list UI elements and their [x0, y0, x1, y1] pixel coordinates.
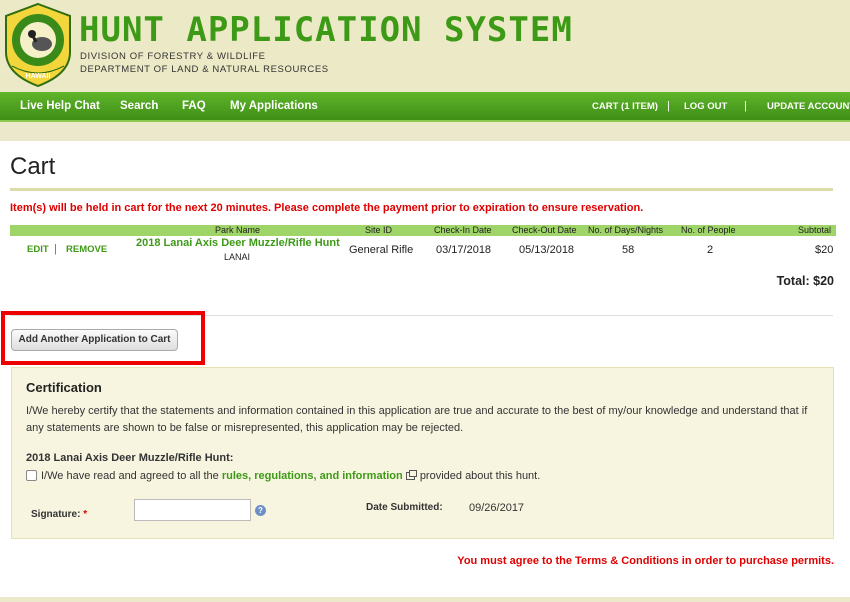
agreement-suffix: provided about this hunt. — [419, 470, 541, 482]
agreement-row: I/We have read and agreed to all the rul… — [26, 470, 540, 482]
signature-label-text: Signature: — [31, 509, 81, 520]
col-days: No. of Days/Nights — [588, 225, 664, 235]
nav-update-account[interactable]: UPDATE ACCOUNT — [767, 101, 850, 112]
required-marker: * — [83, 509, 88, 520]
remove-link[interactable]: REMOVE — [66, 244, 107, 255]
col-park-name: Park Name — [215, 225, 261, 235]
row-subtotal: $20 — [815, 244, 834, 256]
park-name-link[interactable]: 2018 Lanai Axis Deer Muzzle/Rifle Hunt — [136, 237, 340, 249]
date-submitted-label: Date Submitted: — [366, 502, 443, 513]
check-in-date: 03/17/2018 — [436, 244, 492, 256]
agreement-checkbox[interactable] — [26, 470, 37, 481]
nav-separator: | — [744, 100, 747, 112]
main-nav: Live Help Chat Search FAQ My Application… — [0, 92, 850, 122]
division-subtitle: DIVISION OF FORESTRY & WILDLIFE — [80, 51, 266, 62]
logo-ring-text: HAWAII — [26, 73, 51, 80]
help-icon[interactable]: ? — [255, 505, 266, 516]
check-out-date: 05/13/2018 — [519, 244, 575, 256]
edit-link[interactable]: EDIT — [27, 244, 49, 255]
people-count: 2 — [707, 244, 714, 256]
nav-cart[interactable]: CART (1 ITEM) — [592, 101, 658, 112]
col-people: No. of People — [681, 225, 736, 235]
certification-section: Certification I/We hereby certify that t… — [11, 367, 834, 539]
nav-search[interactable]: Search — [120, 100, 158, 112]
col-subtotal: Subtotal — [798, 225, 832, 235]
certification-text: I/We hereby certify that the statements … — [26, 405, 808, 434]
col-check-in: Check-In Date — [434, 225, 492, 235]
nav-live-help-chat[interactable]: Live Help Chat — [20, 100, 100, 112]
days-count: 58 — [622, 244, 635, 256]
site-header: HAWAII HUNT APPLICATION SYSTEM DIVISION … — [0, 0, 850, 92]
app-title: HUNT APPLICATION SYSTEM — [79, 10, 573, 50]
title-divider — [10, 188, 833, 191]
park-location: LANAI — [224, 252, 251, 262]
page-title: Cart — [10, 153, 56, 180]
external-link-icon[interactable] — [405, 470, 417, 480]
site-id: General Rifle — [349, 244, 414, 256]
date-submitted-value: 09/26/2017 — [469, 502, 525, 514]
department-subtitle: DEPARTMENT OF LAND & NATURAL RESOURCES — [80, 64, 329, 75]
nav-logout[interactable]: LOG OUT — [684, 101, 727, 112]
nav-my-applications[interactable]: My Applications — [230, 100, 318, 112]
certification-title: Certification — [26, 380, 102, 395]
col-site-id: Site ID — [365, 225, 393, 235]
hold-warning: Item(s) will be held in cart for the nex… — [10, 202, 644, 214]
row-separator: | — [54, 243, 57, 255]
signature-input[interactable] — [134, 499, 251, 521]
col-check-out: Check-Out Date — [512, 225, 577, 235]
cart-panel: Cart Item(s) will be held in cart for th… — [0, 141, 850, 597]
cart-total: Total: $20 — [776, 274, 834, 288]
nav-faq[interactable]: FAQ — [182, 100, 206, 112]
hunt-label: 2018 Lanai Axis Deer Muzzle/Rifle Hunt: — [26, 452, 234, 464]
dlnr-seal-logo[interactable]: HAWAII — [2, 2, 74, 88]
signature-label: Signature: * — [31, 509, 87, 520]
agreement-prefix: I/We have read and agreed to all the — [41, 470, 219, 482]
cart-table-header: Park Name Site ID Check-In Date Check-Ou… — [10, 225, 836, 236]
add-application-button[interactable]: Add Another Application to Cart — [11, 329, 178, 351]
terms-warning: You must agree to the Terms & Conditions… — [457, 555, 834, 567]
rules-link[interactable]: rules, regulations, and information — [222, 470, 403, 482]
nav-separator: | — [667, 100, 670, 112]
